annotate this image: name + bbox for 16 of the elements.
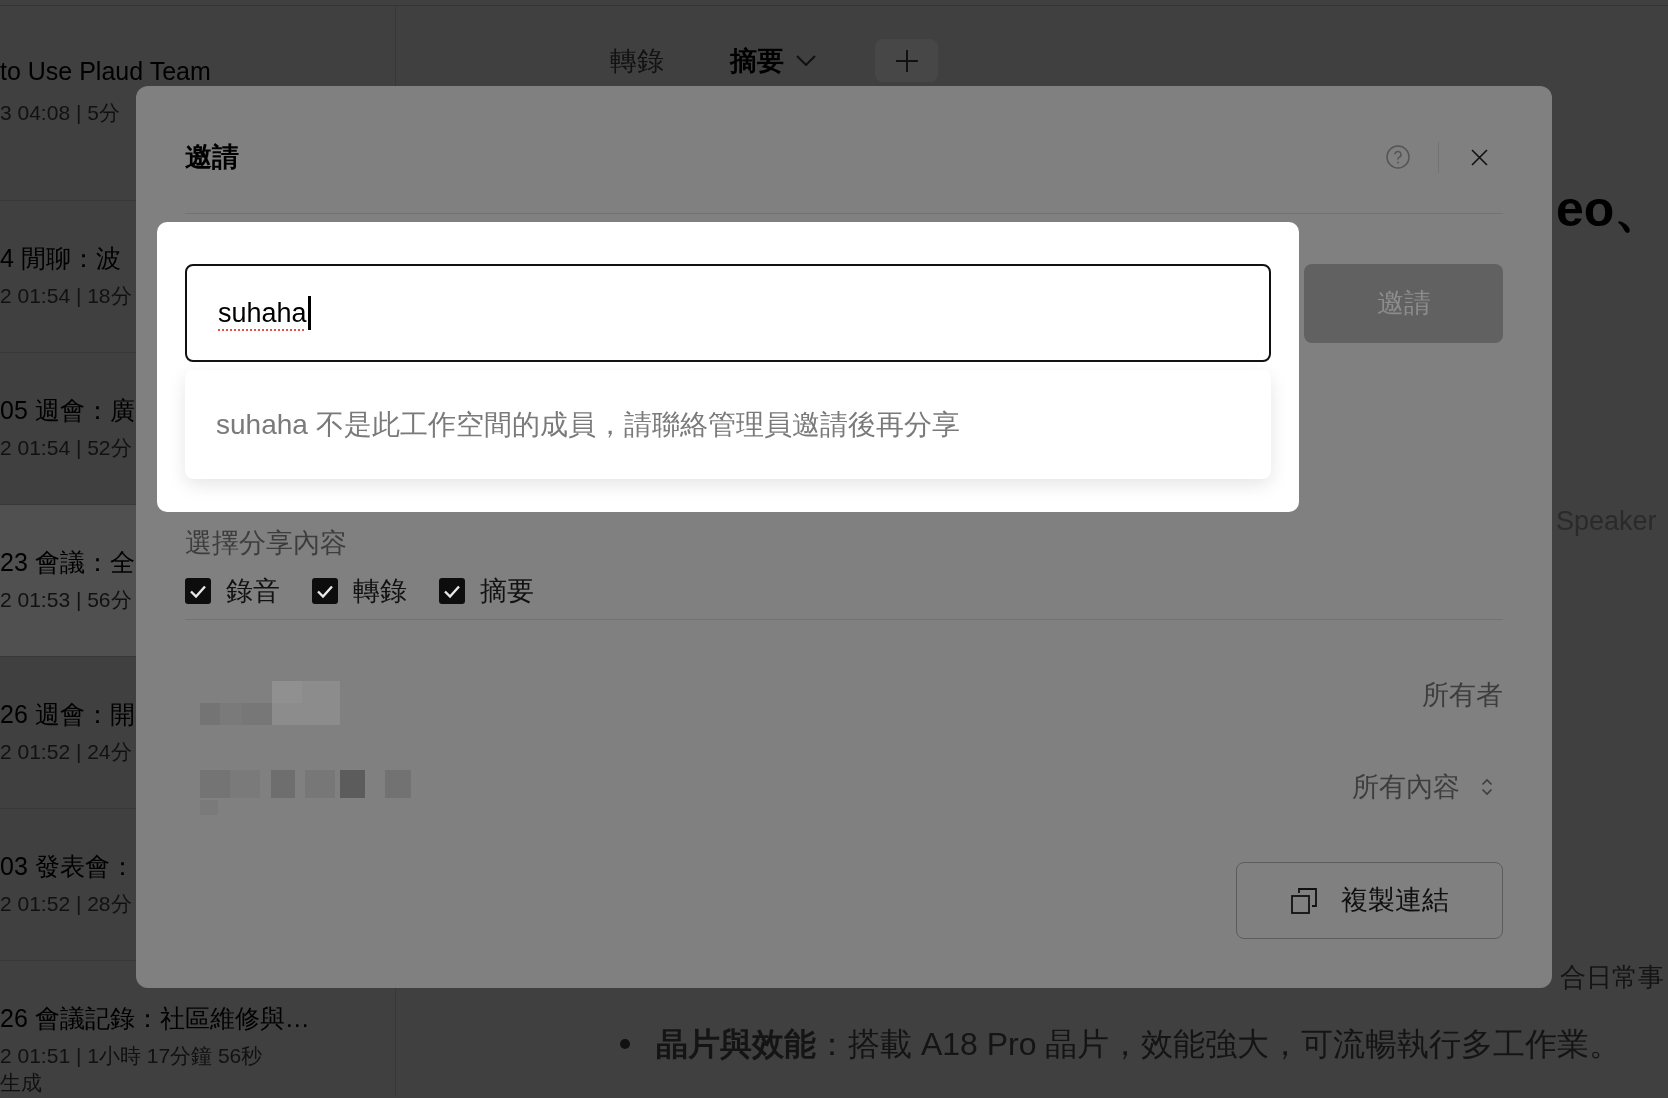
recording-title: 26 會議記錄：社區維修與… [0,1006,310,1031]
dialog-title: 邀請 [185,141,239,173]
member-hint: suhaha 不是此工作空間的成員，請聯絡管理員邀請後再分享 [185,370,1271,479]
checkbox-label: 轉錄 [353,575,407,607]
recording-meta: 2 01:53 | 56分 [0,588,132,612]
section-label: 選擇分享內容 [185,527,348,559]
checkbox-label: 摘要 [480,575,534,607]
role-label: 所有者 [1422,679,1503,711]
checkbox-label: 錄音 [226,575,280,607]
recording-title: to Use Plaud Team [0,59,211,84]
recording-title: 26 週會：開 [0,702,135,727]
document-heading: eo、 [1556,182,1665,236]
recording-title: 4 閒聊：波 [0,246,121,271]
recording-title: 23 會議：全 [0,550,135,575]
recording-title: 05 週會：廣 [0,398,135,423]
recording-title: 03 發表會： [0,854,135,879]
